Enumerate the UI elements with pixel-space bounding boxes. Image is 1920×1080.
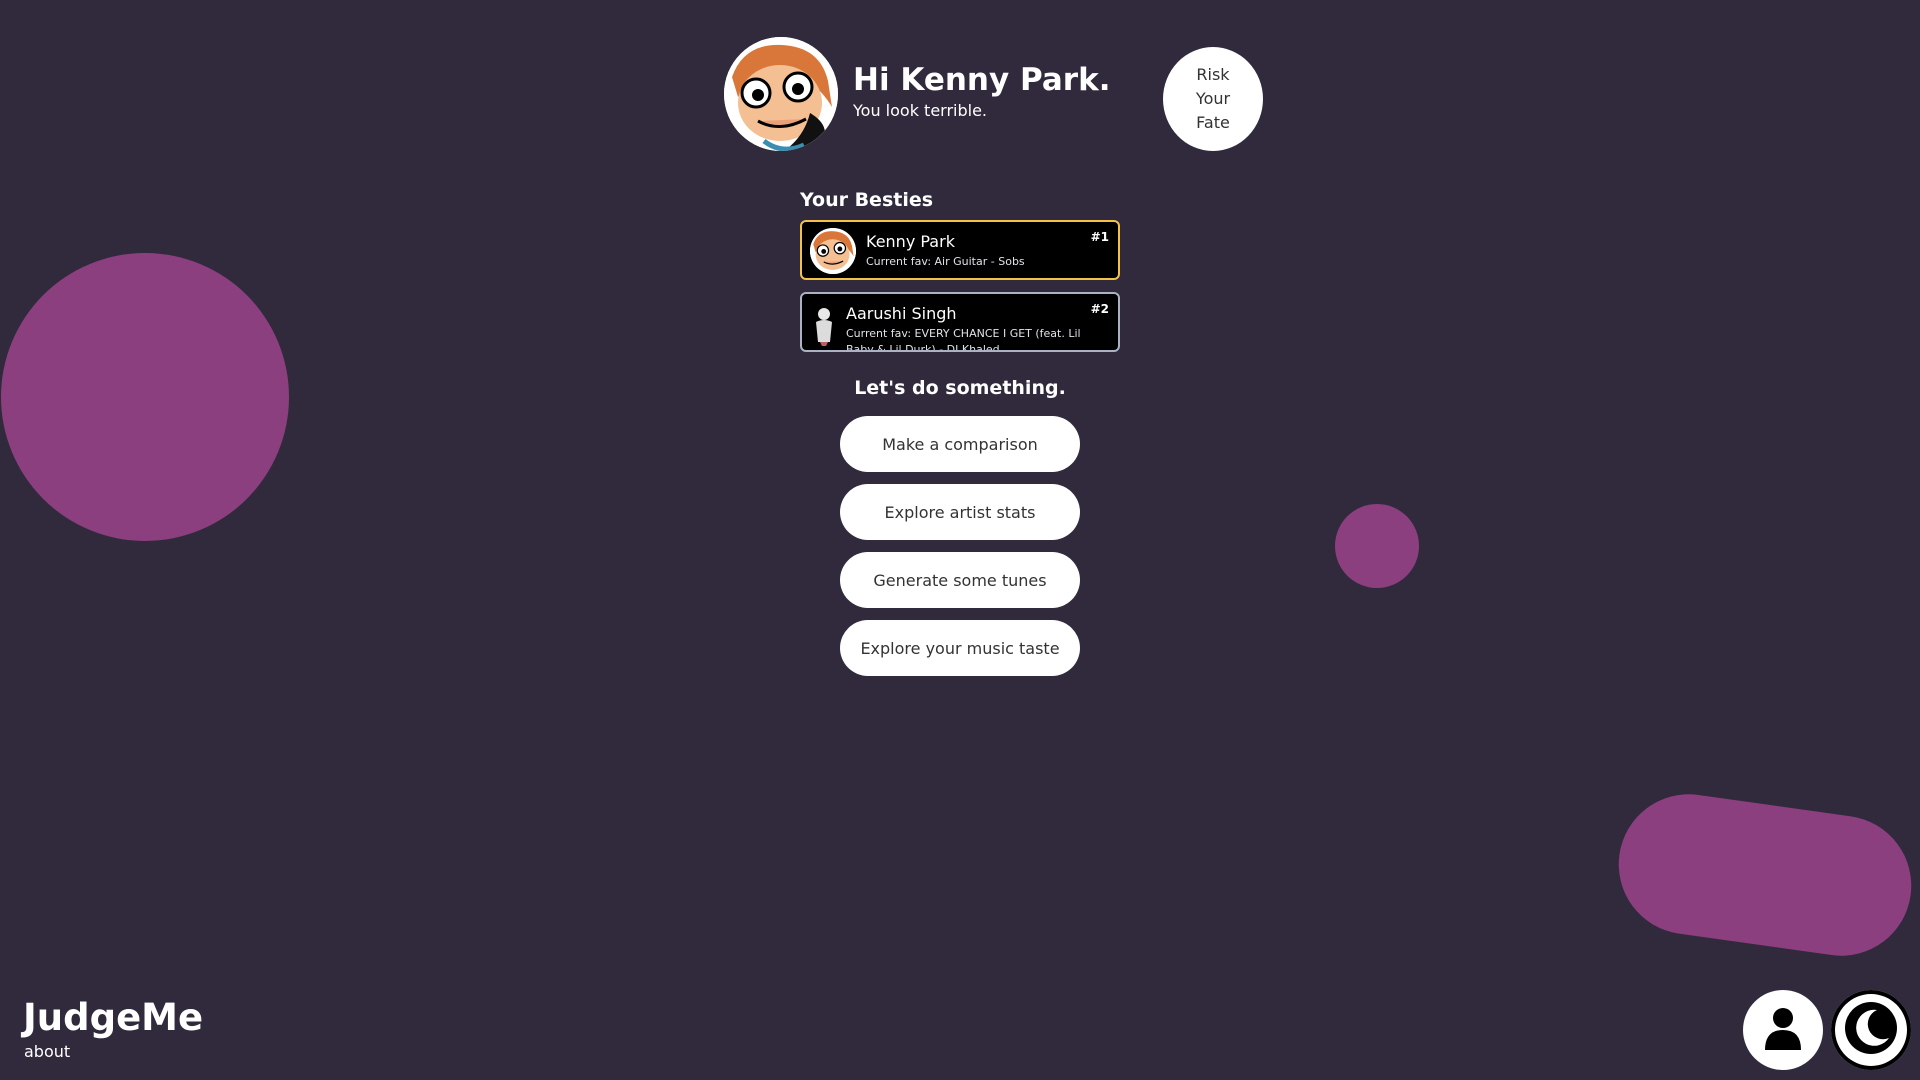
bestie-card-1[interactable]: Kenny Park Current fav: Air Guitar - Sob… [800,220,1120,280]
user-icon [1763,1006,1803,1054]
bestie-rank: #1 [1090,230,1109,244]
generate-tunes-button[interactable]: Generate some tunes [840,552,1080,608]
decorative-blob-small [1335,504,1419,588]
greeting-title: Hi Kenny Park. [853,62,1111,98]
bestie-fav: Current fav: Air Guitar - Sobs [866,255,1025,268]
moon-icon [1841,998,1901,1062]
risk-your-fate-button[interactable]: Risk Your Fate [1163,47,1263,151]
theme-toggle-button[interactable] [1831,990,1911,1070]
make-comparison-button[interactable]: Make a comparison [840,416,1080,472]
besties-heading: Your Besties [800,189,934,211]
bestie-card-2[interactable]: Aarushi Singh Current fav: EVERY CHANCE … [800,292,1120,352]
brand-logo[interactable]: JudgeMe [23,996,203,1040]
bestie-avatar [812,306,836,346]
page: Hi Kenny Park. You look terrible. Risk Y… [0,0,1920,1080]
explore-music-taste-button[interactable]: Explore your music taste [840,620,1080,676]
greeting-block: Hi Kenny Park. You look terrible. [853,60,1111,122]
explore-artist-stats-button[interactable]: Explore artist stats [840,484,1080,540]
greeting-subtitle: You look terrible. [853,101,988,120]
user-avatar [724,37,838,151]
bestie-name: Aarushi Singh [846,304,957,323]
bestie-rank: #2 [1090,302,1109,316]
actions-heading: Let's do something. [854,377,1066,399]
about-link[interactable]: about [24,1042,70,1061]
decorative-blob-large [1,253,289,541]
bestie-fav: Current fav: EVERY CHANCE I GET (feat. L… [846,327,1081,352]
profile-button[interactable] [1743,990,1823,1070]
bestie-name: Kenny Park [866,232,955,251]
decorative-blob-pill [1609,785,1920,965]
bestie-avatar [810,228,856,274]
